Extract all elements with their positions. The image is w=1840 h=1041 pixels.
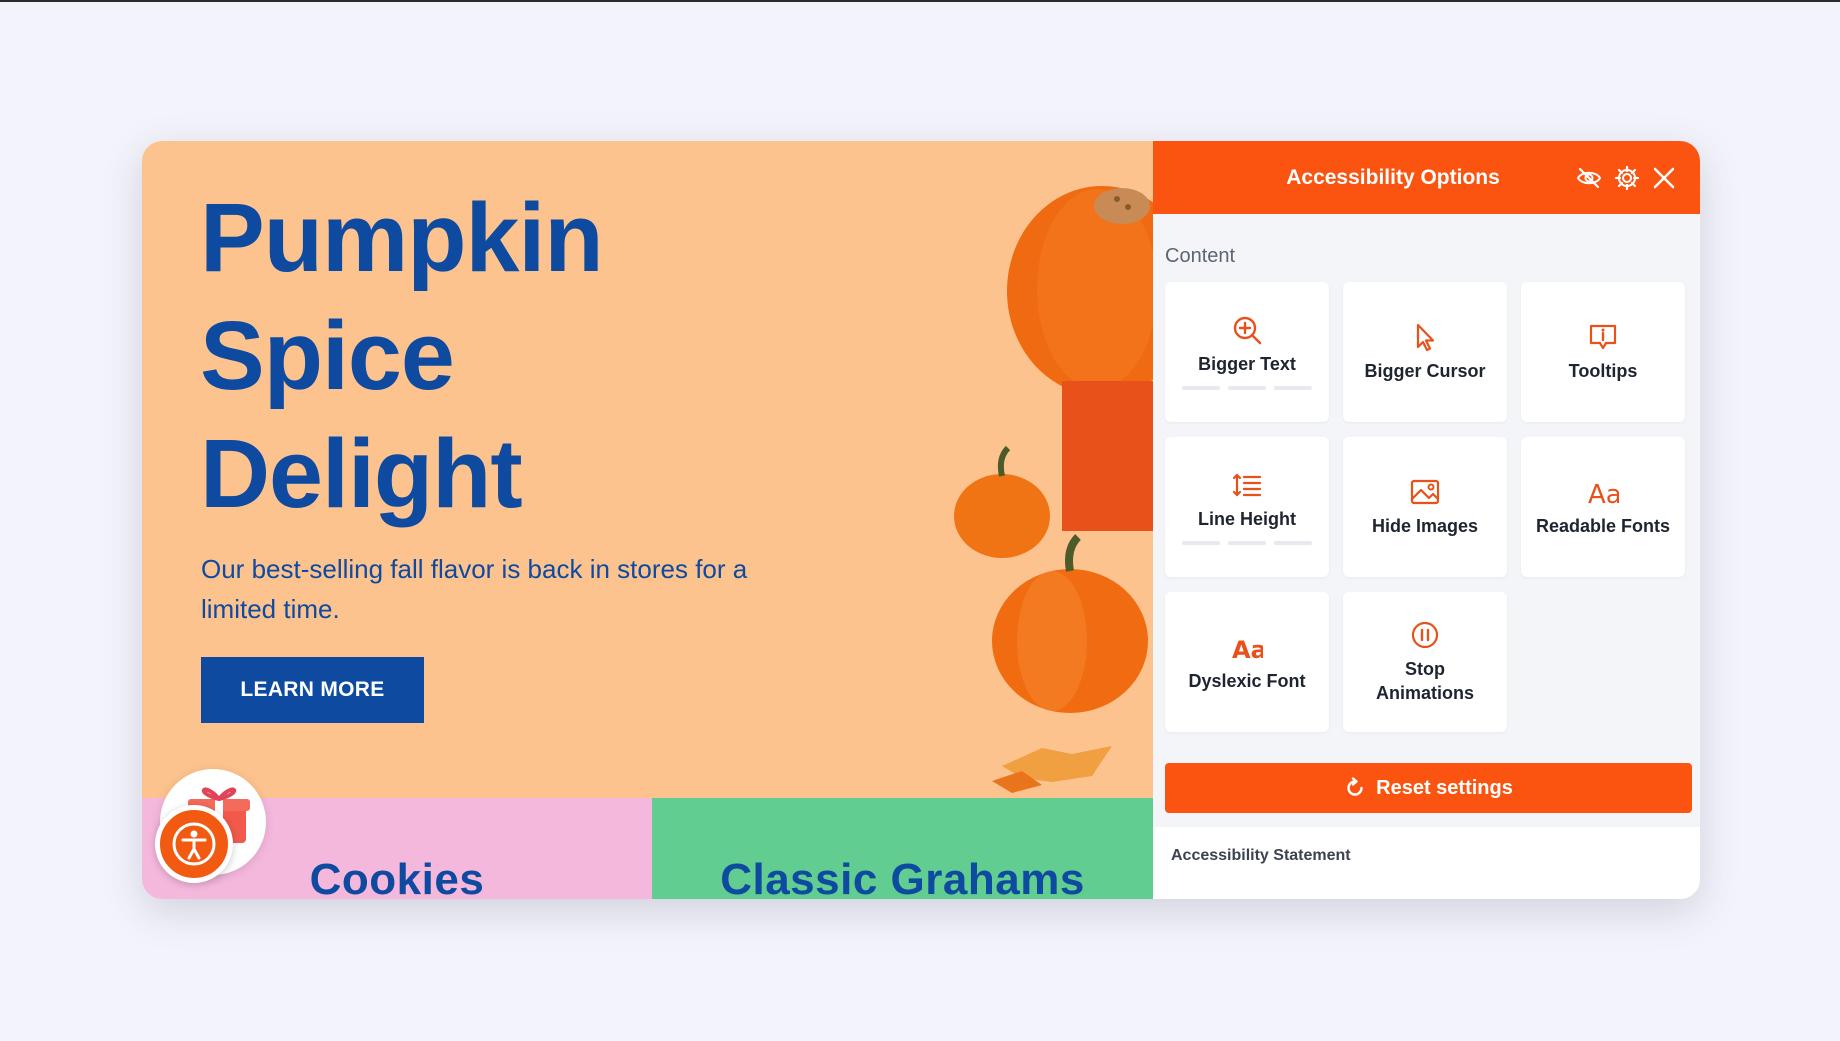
tile-dyslexic-font[interactable]: Aa Dyslexic Font — [1165, 592, 1329, 732]
line-height-icon — [1232, 473, 1262, 497]
reset-settings-button[interactable]: Reset settings — [1165, 763, 1692, 813]
tile-bigger-cursor[interactable]: Bigger Cursor — [1343, 282, 1507, 422]
pumpkins-decoration — [954, 186, 1153, 793]
reset-settings-label: Reset settings — [1376, 776, 1513, 799]
section-label-content: Content — [1165, 245, 1236, 267]
tile-stop-animations[interactable]: Stop Animations — [1343, 592, 1507, 732]
tile-line-height[interactable]: Line Height — [1165, 437, 1329, 577]
top-border — [0, 0, 1840, 2]
tile-label: Stop Animations — [1375, 659, 1474, 703]
refresh-icon — [1347, 777, 1363, 796]
font-aa-icon: Aa — [1588, 480, 1619, 508]
hero-title-line: Spice — [200, 301, 455, 410]
panel-header: Accessibility Options — [1153, 141, 1700, 214]
gear-icon[interactable] — [1614, 165, 1640, 191]
tile-label: Readable Fonts — [1535, 516, 1671, 536]
accessibility-person-icon — [172, 822, 216, 866]
pause-icon — [1411, 621, 1439, 649]
tile-label: Line Height — [1198, 509, 1296, 529]
hero-banner: Pumpkin Spice Delight Our best-selling f… — [142, 141, 1153, 798]
category-label: Classic Grahams — [720, 855, 1085, 899]
hero-title-line: Pumpkin — [200, 183, 604, 292]
hero-subtitle: Our best-selling fall flavor is back in … — [201, 554, 748, 624]
panel-title: Accessibility Options — [1286, 165, 1500, 189]
tile-label: Bigger Cursor — [1364, 361, 1486, 381]
panel-footer: Accessibility Statement — [1153, 827, 1700, 899]
tile-readable-fonts[interactable]: Aa Readable Fonts — [1521, 437, 1685, 577]
tile-label: Tooltips — [1568, 361, 1638, 381]
font-aa-icon: Aa — [1232, 636, 1263, 663]
svg-text:Aa: Aa — [1588, 480, 1619, 508]
learn-more-button[interactable]: LEARN MORE — [201, 657, 424, 723]
cursor-icon — [1416, 323, 1435, 352]
level-indicator — [1182, 386, 1312, 390]
screenshot-frame: Pumpkin Spice Delight Our best-selling f… — [142, 141, 1700, 899]
svg-text:Aa: Aa — [1232, 636, 1263, 663]
accessibility-toggle-button[interactable] — [155, 805, 233, 883]
image-icon — [1410, 479, 1440, 505]
tile-label: Dyslexic Font — [1188, 671, 1306, 691]
level-indicator — [1182, 541, 1312, 545]
close-icon[interactable] — [1651, 165, 1677, 191]
tile-label: Bigger Text — [1198, 354, 1296, 374]
tile-bigger-text[interactable]: Bigger Text — [1165, 282, 1329, 422]
accessibility-panel: Accessibility Options Content Bigger Tex… — [1153, 141, 1700, 899]
hide-eye-icon[interactable] — [1576, 165, 1602, 191]
zoom-in-icon — [1233, 316, 1262, 345]
tile-hide-images[interactable]: Hide Images — [1343, 437, 1507, 577]
tile-label: Hide Images — [1371, 516, 1479, 536]
accessibility-statement-link[interactable]: Accessibility Statement — [1171, 847, 1351, 865]
hero-title-line: Delight — [200, 419, 523, 528]
hero-title: Pumpkin Spice Delight — [200, 179, 820, 533]
tile-tooltips[interactable]: Tooltips — [1521, 282, 1685, 422]
category-classic-grahams[interactable]: Classic Grahams — [652, 798, 1153, 899]
tooltip-icon — [1589, 324, 1617, 350]
